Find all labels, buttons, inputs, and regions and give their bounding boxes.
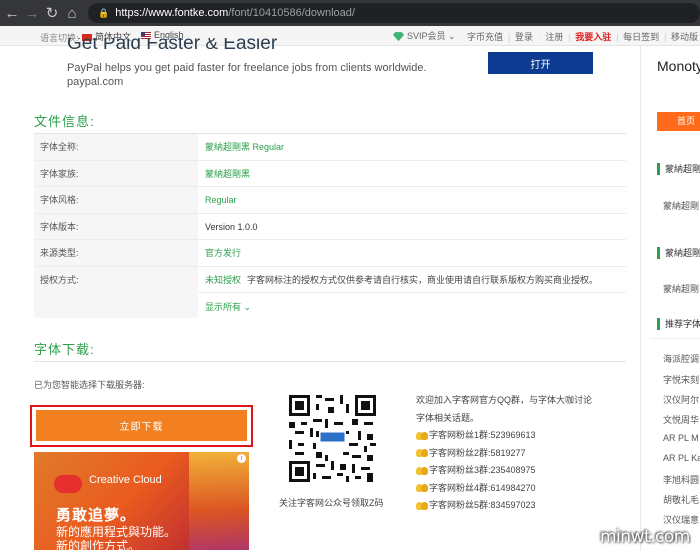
wechat-qr-code [289,395,376,482]
sidebar-link-1[interactable]: 蒙納超剛 [663,199,699,212]
ad-decoration [189,452,249,550]
qq-group-icon [416,431,428,441]
svip-menu[interactable]: SVIP会员 ⌄ [393,29,456,42]
section-rule [34,361,626,362]
table-row: 来源类型: 官方发行 [34,240,626,267]
diamond-icon [393,32,404,42]
sidebar-font-item[interactable]: 汉仪阿尔 [663,393,699,406]
list-item[interactable]: 字客网粉丝1群:523969613 [416,427,536,445]
recharge-link[interactable]: 字币充值 [467,32,503,42]
sidebar-font-item[interactable]: AR PL M [663,433,699,443]
ad-open-button[interactable]: 打开 [488,52,593,74]
back-icon[interactable]: ← [2,3,22,23]
show-all-link[interactable]: 显示所有 ⌄ [205,300,251,313]
file-info-table: 字体全称: 蒙納超剛黑 Regular 字体家族: 蒙納超剛黑 字体风格: Re… [34,134,626,293]
ad-host[interactable]: paypal.com [67,76,123,88]
qq-group-icon [416,466,428,476]
watermark: minwt.com [600,527,690,547]
list-item[interactable]: 字客网粉丝5群:834597023 [416,497,536,515]
qq-group-text: 字客网粉丝2群:5819277 [429,447,526,458]
home-icon[interactable]: ⌂ [62,3,82,23]
qq-group-list: 字客网粉丝1群:523969613 字客网粉丝2群:5819277 字客网粉丝3… [416,427,536,515]
table-row: 字体家族: 蒙納超剛黑 [34,160,626,187]
sidebar-font-item[interactable]: 李旭科圆 [663,473,699,486]
server-select-text: 已为您智能选择下载服务器: [34,380,145,390]
sidebar-title: Monoty [657,58,700,74]
row-label: 字体家族: [34,160,198,186]
list-item[interactable]: 字客网粉丝4群:614984270 [416,480,536,498]
ad-line-2: 新的創作方式。 [56,539,141,550]
ad-brand: Creative Cloud [89,474,162,486]
row-label: 来源类型: [34,240,198,266]
sidebar-separator [650,338,700,339]
qq-group-icon [416,448,428,458]
daily-checkin-link[interactable]: 每日签到 [623,32,659,42]
font-style-link[interactable]: Regular [205,187,237,213]
sidebar-font-item[interactable]: 胡敬礼毛 [663,493,699,506]
qq-group-text: 字客网粉丝1群:523969613 [429,430,536,440]
top-links: 字币充值 | 登录 · 注册 | 我要入驻 | 每日签到 | 移动版 [467,32,699,42]
qq-group-icon [416,483,428,493]
font-full-name-link[interactable]: 蒙納超剛黑 Regular [205,134,284,160]
adchoices-icon[interactable]: i [237,454,246,463]
list-item[interactable]: 字客网粉丝3群:235408975 [416,462,536,480]
sidebar-font-item[interactable]: 汉仪瑞意 [663,513,699,526]
login-link[interactable]: 登录 [515,32,533,42]
qq-group-text: 字客网粉丝3群:235408975 [429,465,536,475]
row-label: 字体风格: [34,187,198,213]
file-info-title: 文件信息: [34,114,95,129]
register-link[interactable]: 注册 [545,32,563,42]
license-value: 未知授权 字客网标注的授权方式仅供参考请自行核实，商业使用请自行联系版权方购买商业… [205,267,598,293]
sidebar-heading-2: 蒙納超剛 [657,247,700,259]
qr-caption: 关注字客网公众号领取Z码 [279,498,384,508]
join-link[interactable]: 我要入驻 [575,32,611,42]
download-now-button[interactable]: 立即下载 [36,410,247,441]
list-item[interactable]: 字客网粉丝2群:5819277 [416,445,536,463]
table-row: 字体全称: 蒙納超剛黑 Regular [34,134,626,161]
qq-group-text: 字客网粉丝5群:834597023 [429,500,536,510]
row-label: 字体全称: [34,134,198,160]
sidebar-heading-recommended: 推荐字体 [657,318,700,330]
svip-label: SVIP会员 ⌄ [407,31,456,41]
mobile-link[interactable]: 移动版 [671,32,698,42]
qq-group-text: 字客网粉丝4群:614984270 [429,482,536,493]
address-bar[interactable]: 🔒 https://www.fontke.com/font/10410586/d… [88,3,700,23]
ad-title[interactable]: Get Paid Faster & Easier [67,38,367,56]
ad-description: PayPal helps you get paid faster for fre… [67,62,427,74]
qq-group-icon [416,501,428,511]
row-label: 字体版本: [34,213,198,239]
row-label: 授权方式: [34,266,198,292]
sidebar-divider [640,46,641,550]
ad-headline: 勇敢追夢。 [56,507,137,524]
license-type-link[interactable]: 未知授权 [205,275,241,285]
creative-cloud-logo-icon [54,475,82,493]
row-label-blank [34,291,198,318]
refresh-icon[interactable]: ↻ [42,3,62,23]
font-version-value: Version 1.0.0 [205,221,258,232]
sidebar-font-item[interactable]: AR PL Ka [663,453,700,463]
sidebar-home-button[interactable]: 首页 [657,112,700,131]
source-type-link[interactable]: 官方发行 [205,240,241,266]
table-row: 字体风格: Regular [34,187,626,214]
browser-toolbar: ← → ↻ ⌂ 🔒 https://www.fontke.com/font/10… [0,0,700,26]
url-path: /font/10410586/download/ [228,7,355,19]
sidebar-font-item[interactable]: 海派腔调 [663,352,699,365]
font-family-link[interactable]: 蒙納超剛黑 [205,161,250,187]
sidebar-font-item[interactable]: 文悦周华 [663,413,699,426]
lock-icon: 🔒 [98,7,110,18]
table-row: 授权方式: 未知授权 字客网标注的授权方式仅供参考请自行核实，商业使用请自行联系版… [34,266,626,293]
url-host: https://www.fontke.com [115,7,229,19]
license-note: 字客网标注的授权方式仅供参考请自行核实，商业使用请自行联系版权方购买商业授权。 [247,274,599,285]
sidebar-font-item[interactable]: 字悦宋刻 [663,373,699,386]
forward-icon[interactable]: → [22,3,42,23]
table-row: 字体版本: Version 1.0.0 [34,213,626,240]
qq-intro-text: 欢迎加入字客网官方QQ群，与字体大咖讨论字体相关话题。 [416,395,593,423]
sidebar-heading-1: 蒙納超剛 [657,163,700,175]
font-download-title: 字体下载: [34,342,95,357]
adobe-ad-banner[interactable]: Creative Cloud 勇敢追夢。 新的應用程式與功能。 新的創作方式。 … [34,452,249,550]
sidebar-link-2[interactable]: 蒙納超剛 [663,282,699,295]
